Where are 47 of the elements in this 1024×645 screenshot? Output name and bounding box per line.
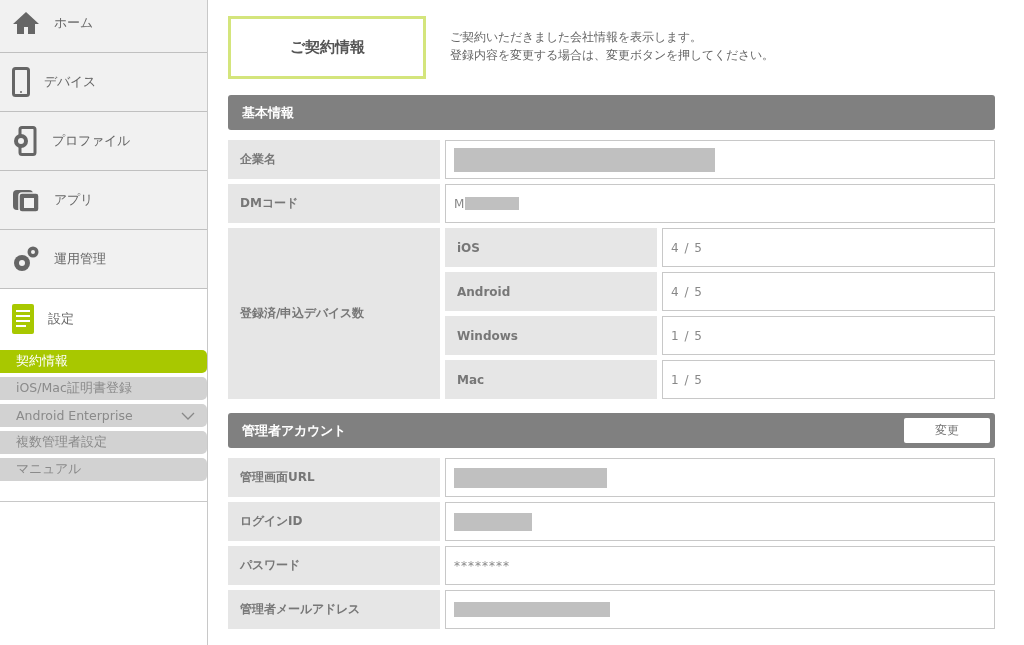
- nav-item[interactable]: ホーム: [0, 0, 207, 53]
- field-label: 管理画面URL: [228, 458, 440, 497]
- nav-item[interactable]: デバイス: [0, 53, 207, 112]
- value-text: 4 / 5: [671, 284, 703, 299]
- platform-label: Windows: [445, 316, 657, 355]
- nav-label: 設定: [48, 309, 74, 328]
- section-title: 管理者アカウント: [242, 421, 346, 440]
- platform-label: Mac: [445, 360, 657, 399]
- nav-label: デバイス: [44, 73, 96, 91]
- submenu-label: Android Enterprise: [16, 408, 133, 423]
- submenu-label: 複数管理者設定: [16, 434, 107, 451]
- value-text: 1 / 5: [671, 372, 703, 387]
- platform-label: Android: [445, 272, 657, 311]
- app-grid-icon: [12, 187, 40, 213]
- field-label: 登録済/申込デバイス数: [228, 228, 440, 399]
- nav-label: アプリ: [54, 191, 93, 209]
- phone-gear-icon: [12, 126, 38, 156]
- submenu-label: iOS/Mac証明書登録: [16, 380, 132, 397]
- nav-item[interactable]: アプリ: [0, 171, 207, 230]
- description-text: ご契約いただきました会社情報を表示します。: [450, 29, 703, 46]
- nav-item[interactable]: プロファイル: [0, 112, 207, 171]
- value-text: M: [454, 196, 466, 211]
- nav-label: ホーム: [54, 14, 93, 32]
- value-text: ********: [454, 558, 510, 573]
- chevron-icon[interactable]: [181, 411, 195, 420]
- value-text: 4 / 5: [671, 240, 703, 255]
- field-label: ログインID: [228, 502, 440, 541]
- page-title: ご契約情報: [228, 16, 426, 79]
- platform-label: iOS: [445, 228, 657, 267]
- nav-label: 運用管理: [54, 250, 106, 268]
- value-text: 1 / 5: [671, 328, 703, 343]
- description-text: 登録内容を変更する場合は、変更ボタンを押してください。: [450, 47, 774, 64]
- field-label: DMコード: [228, 184, 440, 223]
- section-title: 基本情報: [242, 103, 294, 122]
- field-label: 企業名: [228, 140, 440, 179]
- change-button[interactable]: 変更: [904, 418, 990, 443]
- submenu-label: マニュアル: [16, 461, 81, 478]
- nav-label: プロファイル: [52, 132, 130, 150]
- document-icon: [12, 303, 34, 334]
- nav-item[interactable]: 運用管理: [0, 230, 207, 289]
- gears-icon: [12, 245, 40, 273]
- submenu-label: 契約情報: [16, 353, 68, 370]
- field-label: パスワード: [228, 546, 440, 585]
- field-label: 管理者メールアドレス: [228, 590, 440, 629]
- smartphone-icon: [12, 67, 30, 97]
- redacted-block: [465, 197, 520, 210]
- home-icon: [12, 11, 40, 35]
